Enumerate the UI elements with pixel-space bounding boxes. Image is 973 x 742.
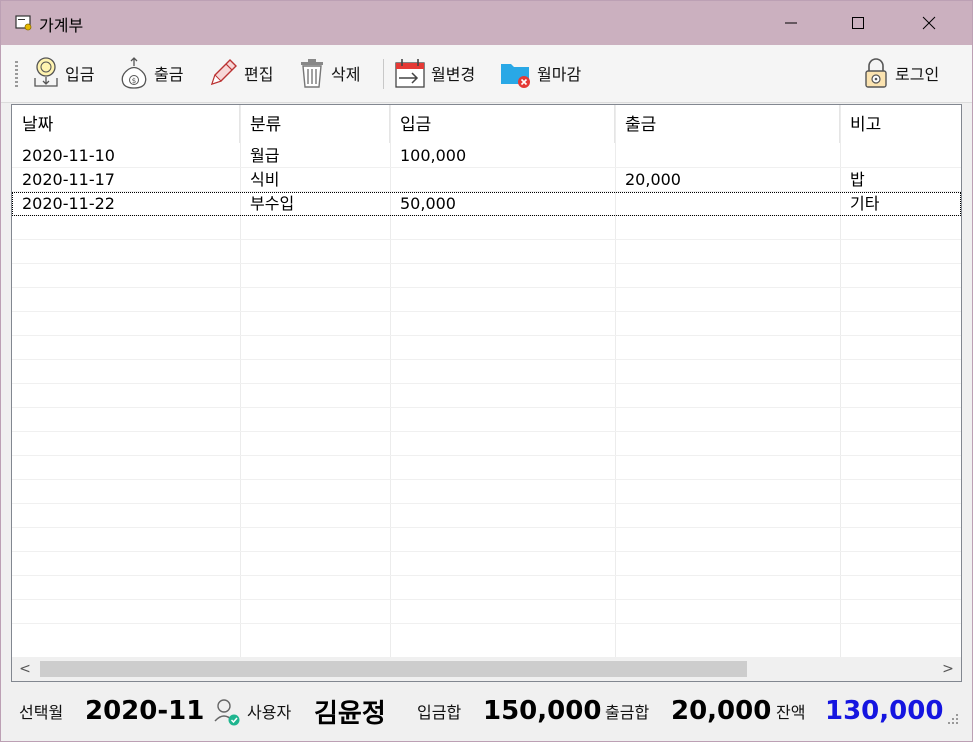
login-button[interactable]: 로그인 <box>861 53 939 93</box>
selected-month-value: 2020-11 <box>85 696 205 726</box>
change-month-label: 월변경 <box>431 65 476 84</box>
table-row[interactable]: 2020-11-17 식비 20,000 밥 <box>12 168 961 192</box>
empty-row <box>12 216 961 240</box>
expense-total-value: 20,000 <box>671 696 772 726</box>
expense-total-label: 출금합 <box>605 703 650 722</box>
column-header-income[interactable]: 입금 <box>390 105 615 143</box>
scrollbar-thumb[interactable] <box>40 661 747 677</box>
empty-row <box>12 288 961 312</box>
empty-row <box>12 384 961 408</box>
user-label: 사용자 <box>247 703 292 722</box>
folder-close-icon <box>501 64 530 88</box>
cell-date: 2020-11-22 <box>22 194 115 213</box>
empty-row <box>12 336 961 360</box>
status-bar: 선택월 2020-11 사용자 김윤정 입금합 150,000 출금합 20,0… <box>1 685 972 741</box>
app-window: 가계부 입금 $ 출금 편집 삭제 월변경 월마감 로그인 날짜 분류 입금 출… <box>0 0 973 742</box>
cell-expense: 20,000 <box>625 170 681 189</box>
cell-date: 2020-11-10 <box>22 146 115 165</box>
toolbar-grip[interactable] <box>15 61 18 87</box>
cell-note: 밥 <box>850 170 865 189</box>
horizontal-scrollbar[interactable]: < > <box>12 657 961 681</box>
window-title: 가계부 <box>39 16 84 35</box>
scroll-left-button[interactable]: < <box>12 657 38 681</box>
empty-row <box>12 360 961 384</box>
trash-icon <box>301 59 323 88</box>
delete-button[interactable]: 삭제 <box>297 53 360 93</box>
login-label: 로그인 <box>895 65 940 84</box>
empty-row <box>12 408 961 432</box>
edit-label: 편집 <box>244 65 274 84</box>
table-row[interactable]: 2020-11-10 월급 100,000 <box>12 144 961 168</box>
column-header-category[interactable]: 분류 <box>240 105 390 143</box>
empty-row <box>12 552 961 576</box>
income-total-label: 입금합 <box>417 703 462 722</box>
title-bar[interactable]: 가계부 <box>1 1 972 45</box>
close-month-label: 월마감 <box>537 65 582 84</box>
column-header-expense[interactable]: 출금 <box>615 105 840 143</box>
maximize-icon <box>852 17 864 29</box>
cell-expense <box>615 192 625 216</box>
change-month-button[interactable]: 월변경 <box>393 53 475 93</box>
toolbar-separator <box>383 59 384 89</box>
column-header-note[interactable]: 비고 <box>840 105 961 143</box>
income-total-value: 150,000 <box>483 696 602 726</box>
cell-income: 100,000 <box>400 146 467 165</box>
table-header: 날짜 분류 입금 출금 비고 <box>12 105 961 143</box>
toolbar: 입금 $ 출금 편집 삭제 월변경 월마감 로그인 <box>1 45 972 103</box>
empty-row <box>12 576 961 600</box>
column-header-date[interactable]: 날짜 <box>12 105 240 143</box>
cell-income: 50,000 <box>400 194 456 213</box>
resize-grip-icon[interactable] <box>945 711 959 725</box>
empty-row <box>12 264 961 288</box>
delete-label: 삭제 <box>331 65 361 84</box>
cell-category: 식비 <box>250 170 280 189</box>
empty-row <box>12 312 961 336</box>
empty-row <box>12 240 961 264</box>
app-icon <box>15 15 32 31</box>
cell-date: 2020-11-17 <box>22 170 115 189</box>
cell-expense <box>615 144 625 168</box>
empty-row <box>12 456 961 480</box>
cell-category: 월급 <box>250 146 280 165</box>
cell-note <box>840 144 850 168</box>
calendar-change-icon <box>395 59 425 88</box>
maximize-button[interactable] <box>835 1 881 45</box>
scroll-right-button[interactable]: > <box>935 657 961 681</box>
minimize-icon <box>785 22 797 24</box>
empty-row <box>12 504 961 528</box>
lock-icon <box>865 58 887 88</box>
table-row-selected[interactable]: 2020-11-22 부수입 50,000 기타 <box>12 192 961 216</box>
close-month-button[interactable]: 월마감 <box>499 53 581 93</box>
cell-note: 기타 <box>850 194 880 213</box>
close-icon <box>922 16 936 30</box>
edit-button[interactable]: 편집 <box>206 53 273 93</box>
withdraw-button[interactable]: $ 출금 <box>118 53 183 93</box>
user-check-icon <box>214 699 240 726</box>
user-value: 김윤정 <box>314 698 386 729</box>
cell-category: 부수입 <box>250 194 295 213</box>
transaction-table[interactable]: 날짜 분류 입금 출금 비고 2020-11-10 월급 100,000 202… <box>11 104 962 682</box>
svg-text:$: $ <box>132 77 136 85</box>
empty-row <box>12 528 961 552</box>
withdraw-moneybag-icon: $ <box>121 57 147 89</box>
empty-row <box>12 432 961 456</box>
minimize-button[interactable] <box>768 1 814 45</box>
deposit-coin-icon <box>34 57 58 87</box>
empty-row <box>12 600 961 624</box>
cell-income <box>390 168 400 192</box>
balance-label: 잔액 <box>776 703 806 722</box>
balance-value: 130,000 <box>825 696 944 726</box>
table-body: 2020-11-10 월급 100,000 2020-11-17 식비 20,0… <box>12 144 961 624</box>
selected-month-label: 선택월 <box>19 703 64 722</box>
close-button[interactable] <box>906 1 952 45</box>
withdraw-label: 출금 <box>154 65 184 84</box>
empty-row <box>12 480 961 504</box>
pencil-icon <box>210 59 237 86</box>
deposit-label: 입금 <box>65 65 95 84</box>
deposit-button[interactable]: 입금 <box>31 53 94 93</box>
